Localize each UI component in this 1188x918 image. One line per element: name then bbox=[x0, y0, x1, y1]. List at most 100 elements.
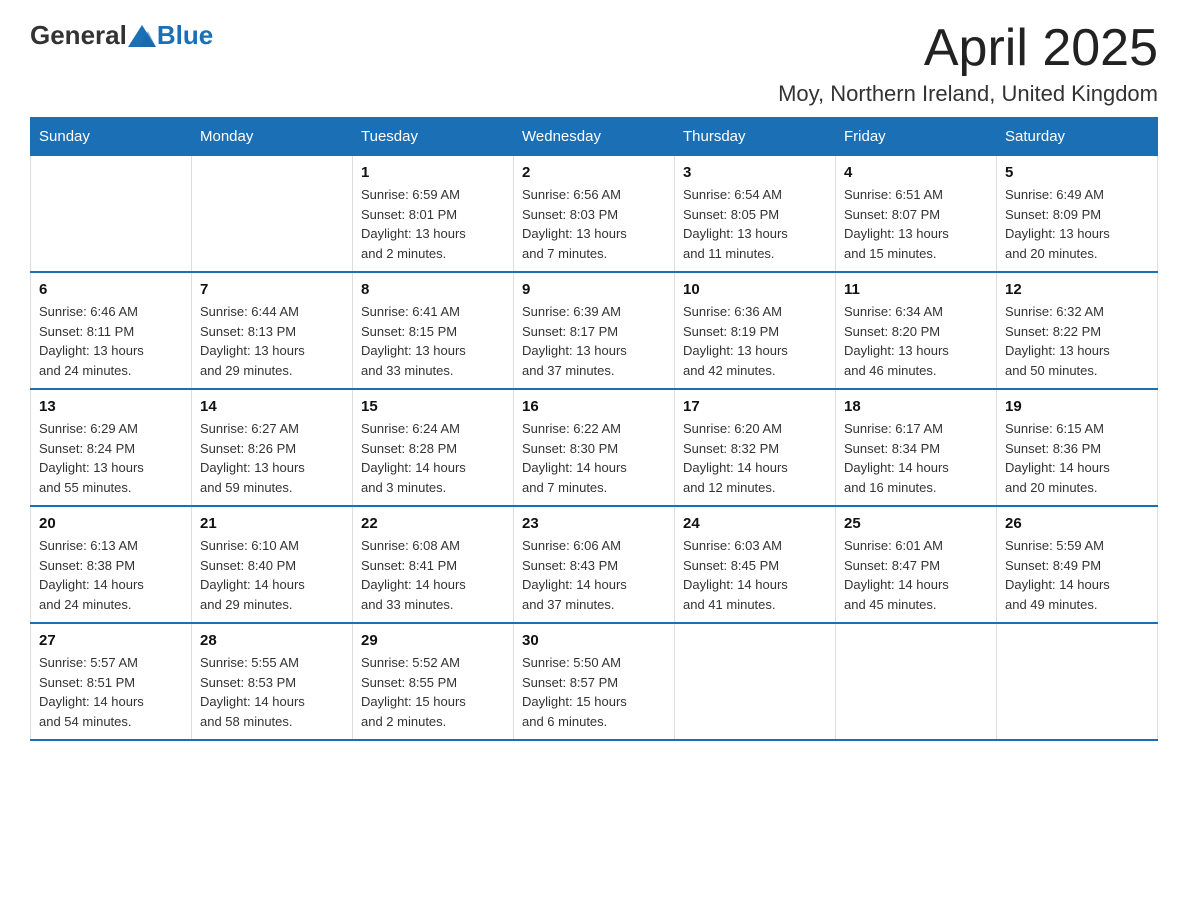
day-number: 27 bbox=[39, 632, 183, 649]
calendar-table: SundayMondayTuesdayWednesdayThursdayFrid… bbox=[30, 117, 1158, 741]
day-number: 28 bbox=[200, 632, 344, 649]
calendar-cell: 17 Sunrise: 6:20 AMSunset: 8:32 PMDayligh… bbox=[675, 389, 836, 506]
day-info: Sunrise: 6:59 AMSunset: 8:01 PMDaylight:… bbox=[361, 185, 505, 263]
day-number: 5 bbox=[1005, 164, 1149, 181]
weekday-header-sunday: Sunday bbox=[31, 118, 192, 156]
weekday-header-row: SundayMondayTuesdayWednesdayThursdayFrid… bbox=[31, 118, 1158, 156]
day-number: 25 bbox=[844, 515, 988, 532]
day-number: 14 bbox=[200, 398, 344, 415]
day-info: Sunrise: 6:24 AMSunset: 8:28 PMDaylight:… bbox=[361, 419, 505, 497]
calendar-cell: 21 Sunrise: 6:10 AMSunset: 8:40 PMDayligh… bbox=[192, 506, 353, 623]
calendar-cell: 28Sunrise: 5:55 AMSunset: 8:53 PMDayligh… bbox=[192, 623, 353, 740]
day-number: 29 bbox=[361, 632, 505, 649]
day-number: 21 bbox=[200, 515, 344, 532]
calendar-cell: 18 Sunrise: 6:17 AMSunset: 8:34 PMDayligh… bbox=[836, 389, 997, 506]
day-number: 17 bbox=[683, 398, 827, 415]
calendar-cell: 22 Sunrise: 6:08 AMSunset: 8:41 PMDayligh… bbox=[353, 506, 514, 623]
calendar-week-1: 1 Sunrise: 6:59 AMSunset: 8:01 PMDaylight… bbox=[31, 156, 1158, 273]
day-number: 22 bbox=[361, 515, 505, 532]
calendar-cell: 2Sunrise: 6:56 AMSunset: 8:03 PMDaylight… bbox=[514, 156, 675, 273]
weekday-header-tuesday: Tuesday bbox=[353, 118, 514, 156]
page-subtitle: Moy, Northern Ireland, United Kingdom bbox=[778, 81, 1158, 107]
day-number: 2 bbox=[522, 164, 666, 181]
day-number: 6 bbox=[39, 281, 183, 298]
page-container: General Blue April 2025 Moy, Northern Ir… bbox=[30, 20, 1158, 741]
day-number: 16 bbox=[522, 398, 666, 415]
day-info: Sunrise: 6:44 AMSunset: 8:13 PMDaylight:… bbox=[200, 302, 344, 380]
day-info: Sunrise: 6:41 AMSunset: 8:15 PMDaylight:… bbox=[361, 302, 505, 380]
day-info: Sunrise: 6:03 AMSunset: 8:45 PMDaylight:… bbox=[683, 536, 827, 614]
day-number: 19 bbox=[1005, 398, 1149, 415]
calendar-cell: 20 Sunrise: 6:13 AMSunset: 8:38 PMDayligh… bbox=[31, 506, 192, 623]
calendar-cell bbox=[675, 623, 836, 740]
day-number: 13 bbox=[39, 398, 183, 415]
calendar-cell: 11Sunrise: 6:34 AMSunset: 8:20 PMDayligh… bbox=[836, 272, 997, 389]
logo-text: General Blue bbox=[30, 20, 213, 51]
day-number: 4 bbox=[844, 164, 988, 181]
day-number: 23 bbox=[522, 515, 666, 532]
day-number: 15 bbox=[361, 398, 505, 415]
calendar-week-5: 27Sunrise: 5:57 AMSunset: 8:51 PMDayligh… bbox=[31, 623, 1158, 740]
calendar-cell: 9Sunrise: 6:39 AMSunset: 8:17 PMDaylight… bbox=[514, 272, 675, 389]
day-info: Sunrise: 6:51 AMSunset: 8:07 PMDaylight:… bbox=[844, 185, 988, 263]
logo-general: General bbox=[30, 20, 127, 51]
day-number: 30 bbox=[522, 632, 666, 649]
day-number: 12 bbox=[1005, 281, 1149, 298]
day-info: Sunrise: 6:27 AMSunset: 8:26 PMDaylight:… bbox=[200, 419, 344, 497]
calendar-cell: 5 Sunrise: 6:49 AMSunset: 8:09 PMDaylight… bbox=[997, 156, 1158, 273]
calendar-cell: 4 Sunrise: 6:51 AMSunset: 8:07 PMDaylight… bbox=[836, 156, 997, 273]
day-info: Sunrise: 6:13 AMSunset: 8:38 PMDaylight:… bbox=[39, 536, 183, 614]
calendar-cell: 7 Sunrise: 6:44 AMSunset: 8:13 PMDaylight… bbox=[192, 272, 353, 389]
day-info: Sunrise: 5:52 AMSunset: 8:55 PMDaylight:… bbox=[361, 653, 505, 731]
day-info: Sunrise: 6:49 AMSunset: 8:09 PMDaylight:… bbox=[1005, 185, 1149, 263]
weekday-header-friday: Friday bbox=[836, 118, 997, 156]
day-info: Sunrise: 6:17 AMSunset: 8:34 PMDaylight:… bbox=[844, 419, 988, 497]
day-number: 26 bbox=[1005, 515, 1149, 532]
calendar-cell: 1 Sunrise: 6:59 AMSunset: 8:01 PMDaylight… bbox=[353, 156, 514, 273]
day-number: 8 bbox=[361, 281, 505, 298]
calendar-body: 1 Sunrise: 6:59 AMSunset: 8:01 PMDaylight… bbox=[31, 156, 1158, 741]
calendar-cell: 29 Sunrise: 5:52 AMSunset: 8:55 PMDayligh… bbox=[353, 623, 514, 740]
day-info: Sunrise: 6:36 AMSunset: 8:19 PMDaylight:… bbox=[683, 302, 827, 380]
day-info: Sunrise: 6:22 AMSunset: 8:30 PMDaylight:… bbox=[522, 419, 666, 497]
day-info: Sunrise: 6:34 AMSunset: 8:20 PMDaylight:… bbox=[844, 302, 988, 380]
calendar-week-2: 6Sunrise: 6:46 AMSunset: 8:11 PMDaylight… bbox=[31, 272, 1158, 389]
calendar-cell bbox=[997, 623, 1158, 740]
day-number: 18 bbox=[844, 398, 988, 415]
calendar-cell: 3Sunrise: 6:54 AMSunset: 8:05 PMDaylight… bbox=[675, 156, 836, 273]
calendar-cell bbox=[836, 623, 997, 740]
calendar-cell: 15 Sunrise: 6:24 AMSunset: 8:28 PMDayligh… bbox=[353, 389, 514, 506]
logo: General Blue bbox=[30, 20, 213, 51]
day-info: Sunrise: 6:32 AMSunset: 8:22 PMDaylight:… bbox=[1005, 302, 1149, 380]
title-area: April 2025 Moy, Northern Ireland, United… bbox=[778, 20, 1158, 107]
calendar-cell: 12 Sunrise: 6:32 AMSunset: 8:22 PMDayligh… bbox=[997, 272, 1158, 389]
day-number: 1 bbox=[361, 164, 505, 181]
day-info: Sunrise: 5:59 AMSunset: 8:49 PMDaylight:… bbox=[1005, 536, 1149, 614]
day-info: Sunrise: 6:01 AMSunset: 8:47 PMDaylight:… bbox=[844, 536, 988, 614]
day-info: Sunrise: 6:29 AMSunset: 8:24 PMDaylight:… bbox=[39, 419, 183, 497]
calendar-cell: 27Sunrise: 5:57 AMSunset: 8:51 PMDayligh… bbox=[31, 623, 192, 740]
calendar-cell: 23 Sunrise: 6:06 AMSunset: 8:43 PMDayligh… bbox=[514, 506, 675, 623]
calendar-cell: 10 Sunrise: 6:36 AMSunset: 8:19 PMDayligh… bbox=[675, 272, 836, 389]
calendar-cell: 30 Sunrise: 5:50 AMSunset: 8:57 PMDayligh… bbox=[514, 623, 675, 740]
day-info: Sunrise: 6:10 AMSunset: 8:40 PMDaylight:… bbox=[200, 536, 344, 614]
day-number: 3 bbox=[683, 164, 827, 181]
calendar-week-3: 13 Sunrise: 6:29 AMSunset: 8:24 PMDayligh… bbox=[31, 389, 1158, 506]
day-info: Sunrise: 6:20 AMSunset: 8:32 PMDaylight:… bbox=[683, 419, 827, 497]
day-number: 7 bbox=[200, 281, 344, 298]
day-number: 10 bbox=[683, 281, 827, 298]
calendar-cell: 26 Sunrise: 5:59 AMSunset: 8:49 PMDayligh… bbox=[997, 506, 1158, 623]
day-info: Sunrise: 5:50 AMSunset: 8:57 PMDaylight:… bbox=[522, 653, 666, 731]
day-number: 24 bbox=[683, 515, 827, 532]
weekday-header-wednesday: Wednesday bbox=[514, 118, 675, 156]
page-title: April 2025 bbox=[778, 20, 1158, 77]
day-info: Sunrise: 6:06 AMSunset: 8:43 PMDaylight:… bbox=[522, 536, 666, 614]
weekday-header-thursday: Thursday bbox=[675, 118, 836, 156]
calendar-cell: 19 Sunrise: 6:15 AMSunset: 8:36 PMDayligh… bbox=[997, 389, 1158, 506]
weekday-header-saturday: Saturday bbox=[997, 118, 1158, 156]
day-info: Sunrise: 6:08 AMSunset: 8:41 PMDaylight:… bbox=[361, 536, 505, 614]
calendar-cell: 24 Sunrise: 6:03 AMSunset: 8:45 PMDayligh… bbox=[675, 506, 836, 623]
calendar-cell: 14 Sunrise: 6:27 AMSunset: 8:26 PMDayligh… bbox=[192, 389, 353, 506]
day-info: Sunrise: 6:15 AMSunset: 8:36 PMDaylight:… bbox=[1005, 419, 1149, 497]
day-number: 20 bbox=[39, 515, 183, 532]
